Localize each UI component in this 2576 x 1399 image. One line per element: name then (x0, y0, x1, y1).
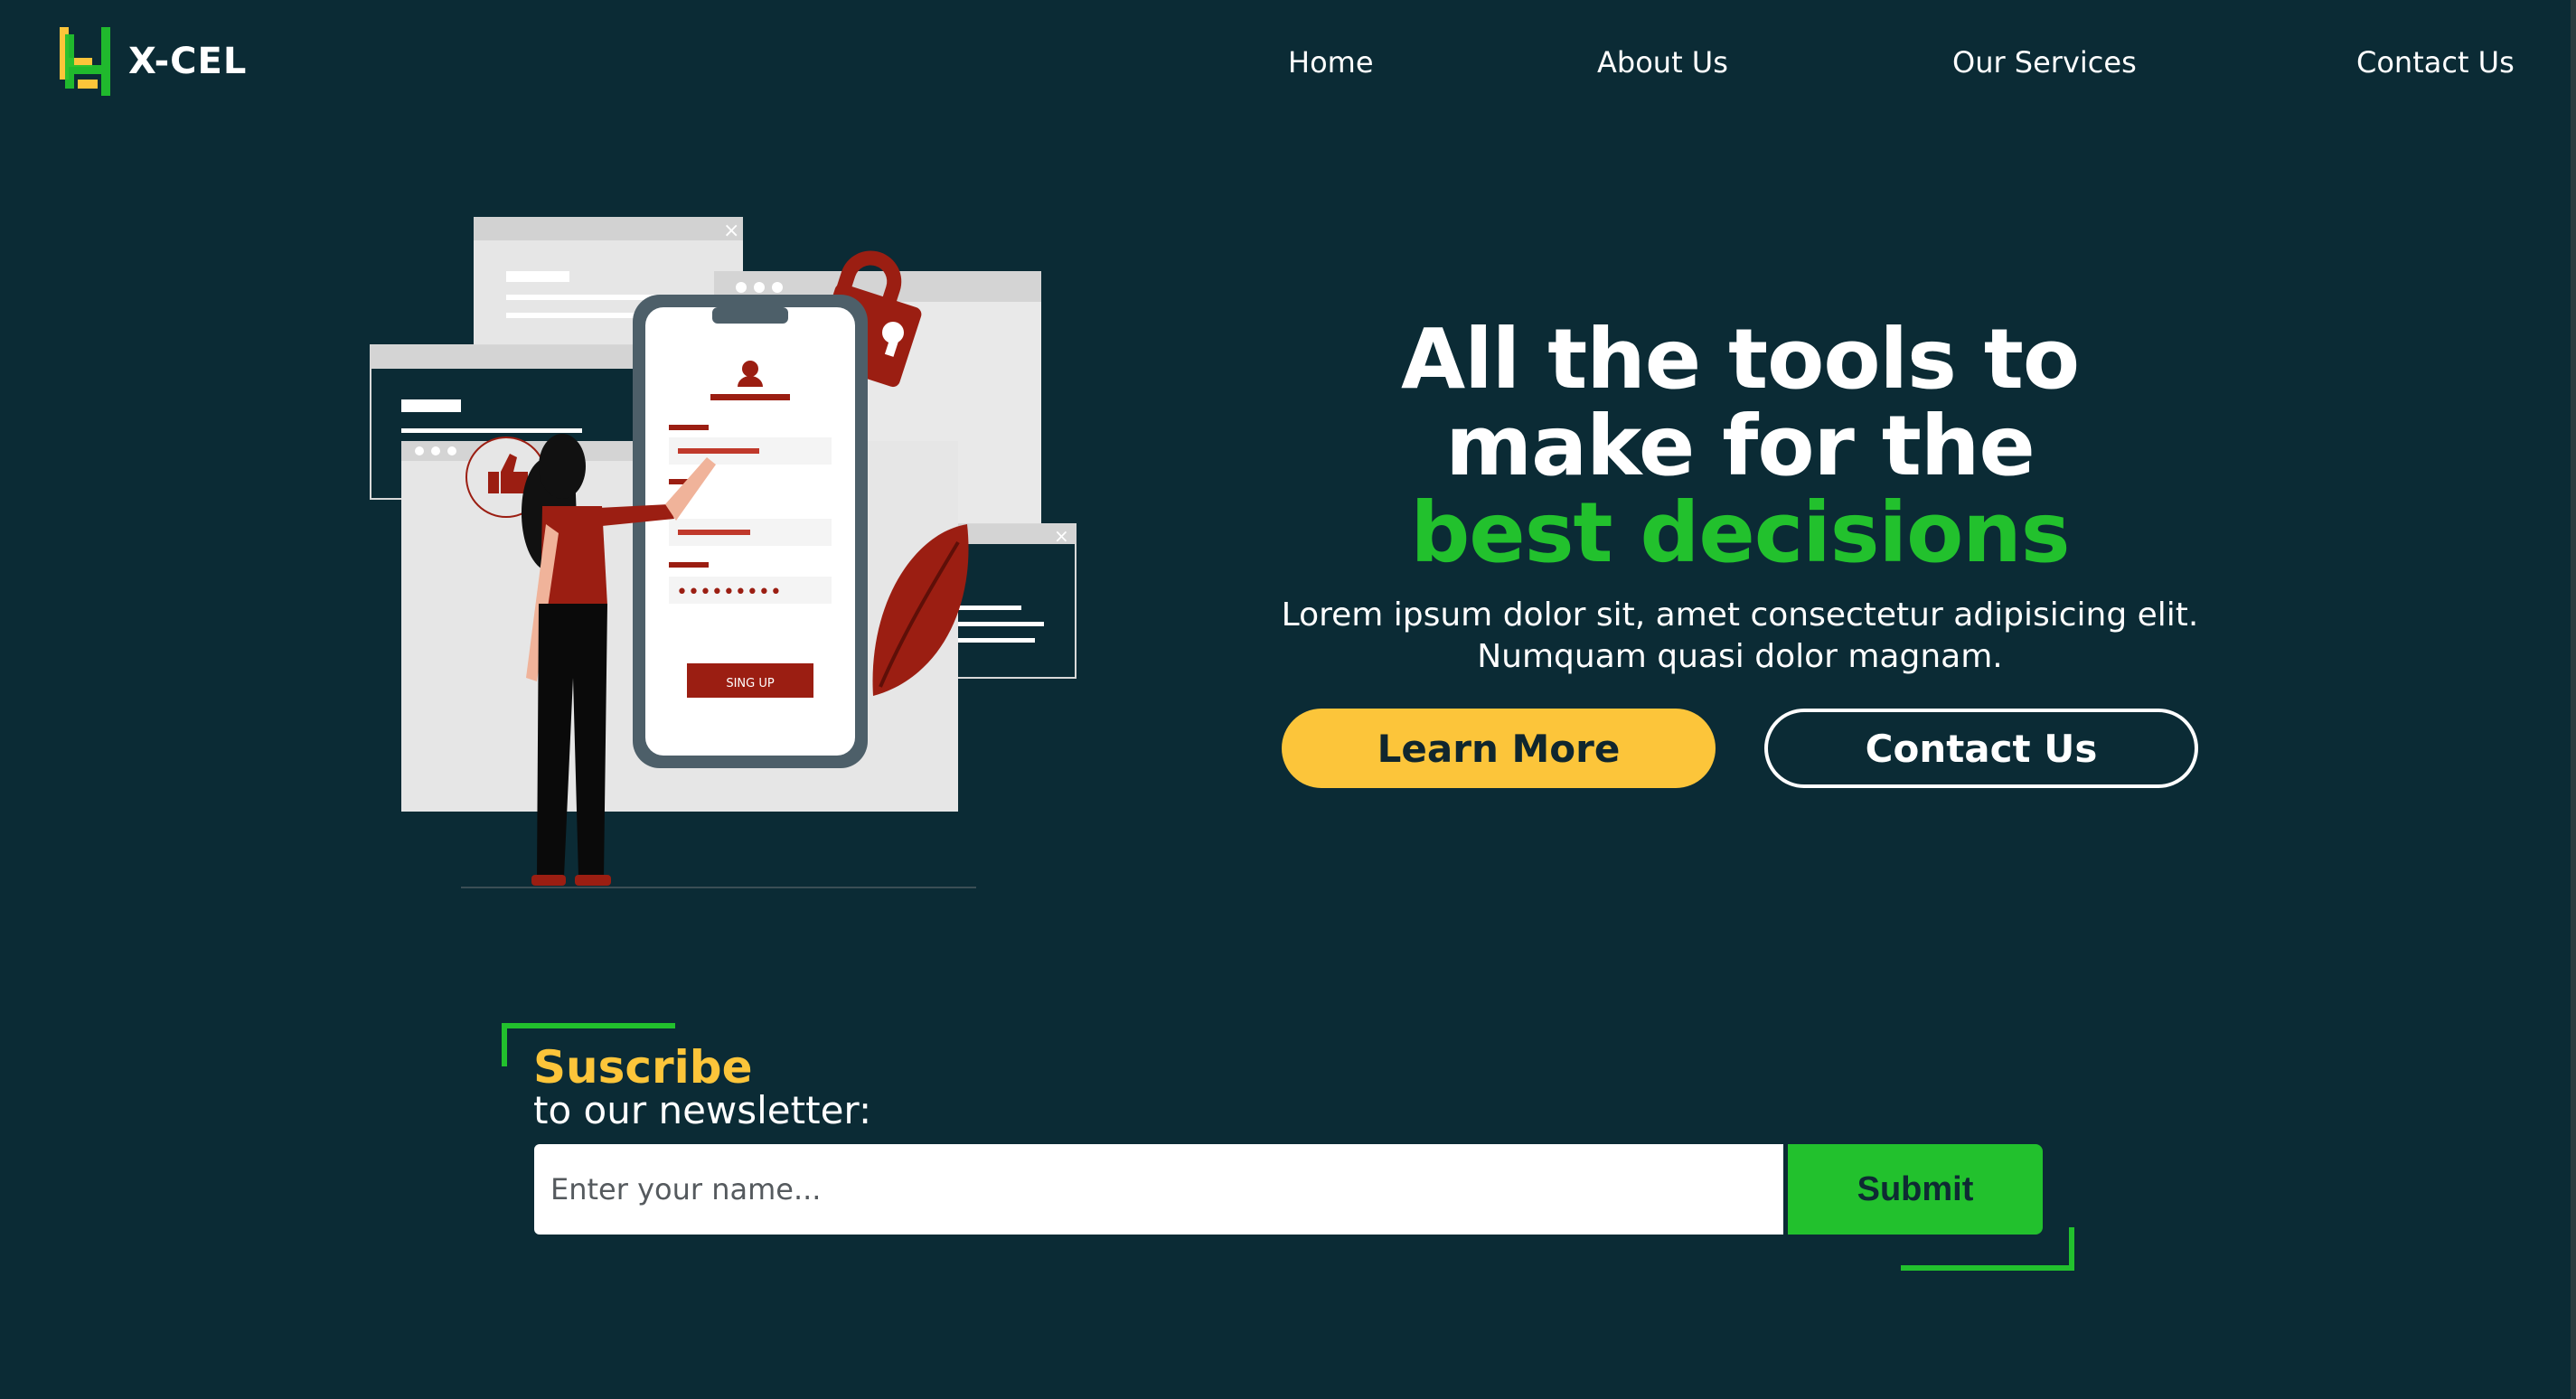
hero-illustration: × × ••••••••• SING UP (370, 217, 1076, 888)
newsletter-subtitle: to our newsletter: (533, 1088, 872, 1132)
nav-home[interactable]: Home (1288, 45, 1374, 80)
nav-about-us[interactable]: About Us (1597, 45, 1728, 80)
newsletter-submit-button[interactable]: Submit (1788, 1144, 2043, 1235)
hero-description-line-1: Lorem ipsum dolor sit, amet consectetur … (1281, 596, 2199, 634)
hero-heading: All the tools to make for the best decis… (1211, 316, 2269, 577)
nav-contact-us[interactable]: Contact Us (2356, 45, 2515, 80)
newsletter-name-input[interactable] (534, 1144, 1783, 1235)
hero-description-line-2: Numquam quasi dolor magnam. (1477, 638, 2003, 675)
hero-heading-line-2: make for the (1445, 398, 2035, 494)
password-field-mask: ••••••••• (676, 581, 782, 604)
hero-description: Lorem ipsum dolor sit, amet consectetur … (1211, 595, 2269, 678)
hero-heading-highlight: best decisions (1410, 484, 2070, 581)
learn-more-button[interactable]: Learn More (1282, 709, 1716, 788)
hero-heading-line-1: All the tools to (1400, 311, 2080, 408)
svg-text:×: × (1054, 525, 1069, 547)
newsletter-title: Suscribe (533, 1041, 753, 1094)
signup-label: SING UP (726, 677, 775, 690)
phone-mockup: ••••••••• SING UP (633, 295, 868, 768)
svg-text:×: × (723, 220, 739, 242)
newsletter-corner-bottom-right (1901, 1227, 2074, 1271)
hero-section: All the tools to make for the best decis… (1211, 316, 2269, 678)
main-nav: Home About Us Our Services Contact Us (0, 45, 2576, 87)
contact-us-button[interactable]: Contact Us (1764, 709, 2198, 788)
page-frame: X-CEL Home About Us Our Services Contact… (0, 0, 2576, 1399)
nav-our-services[interactable]: Our Services (1952, 45, 2137, 80)
